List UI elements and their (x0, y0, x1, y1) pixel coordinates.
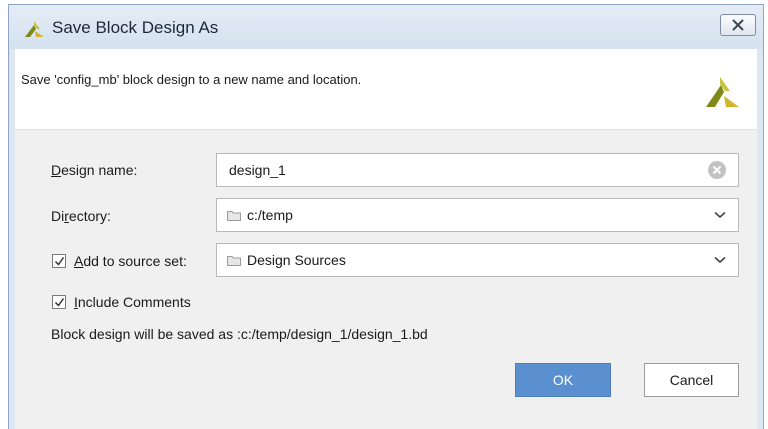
add-to-source-set-checkbox[interactable] (52, 254, 66, 268)
header-description: Save 'config_mb' block design to a new n… (21, 72, 362, 87)
source-set-select[interactable]: Design Sources (216, 243, 739, 277)
include-comments-checkbox[interactable] (52, 295, 66, 309)
include-comments-label-text: nclude Comments (77, 294, 191, 310)
dialog-title: Save Block Design As (52, 18, 219, 37)
source-set-value: Design Sources (247, 252, 346, 268)
clear-icon[interactable] (708, 161, 726, 179)
add-to-source-set-label[interactable]: Add to source set: (74, 253, 187, 269)
folder-icon (227, 211, 241, 221)
checkmark-icon (54, 257, 65, 266)
save-path-info: Block design will be saved as :c:/temp/d… (51, 326, 428, 342)
chevron-down-icon[interactable] (714, 211, 726, 219)
title-bar: Save Block Design As (9, 5, 763, 49)
directory-label-pre: Di (51, 208, 65, 224)
include-comments-label[interactable]: Include Comments (74, 294, 191, 310)
source-set-label-text: dd to source set: (83, 253, 187, 269)
close-icon (732, 19, 744, 31)
vivado-logo-icon (25, 21, 44, 37)
checkmark-icon (54, 298, 65, 307)
design-name-input[interactable]: design_1 (216, 153, 739, 187)
design-name-label: Design name: (51, 162, 137, 178)
directory-label-text: ectory: (68, 208, 111, 224)
chevron-down-icon[interactable] (714, 256, 726, 264)
directory-label: Directory: (51, 208, 111, 224)
design-name-label-text: esign name: (61, 162, 138, 178)
directory-value: c:/temp (247, 207, 293, 223)
dialog-content: Save 'config_mb' block design to a new n… (15, 49, 757, 429)
close-button[interactable] (720, 14, 756, 36)
design-name-mnemonic: D (51, 162, 62, 178)
design-name-value: design_1 (229, 162, 286, 178)
cancel-button[interactable]: Cancel (644, 363, 739, 397)
ok-button[interactable]: OK (515, 363, 611, 397)
folder-icon (227, 256, 241, 266)
source-set-mnemonic: A (74, 253, 84, 269)
vivado-logo-icon (706, 77, 739, 107)
dialog-body: Design name: design_1 Directory: c:/temp (15, 130, 757, 429)
save-block-design-dialog: Save Block Design As Save 'config_mb' bl… (8, 4, 764, 429)
dialog-header: Save 'config_mb' block design to a new n… (15, 49, 757, 130)
directory-select[interactable]: c:/temp (216, 198, 739, 232)
